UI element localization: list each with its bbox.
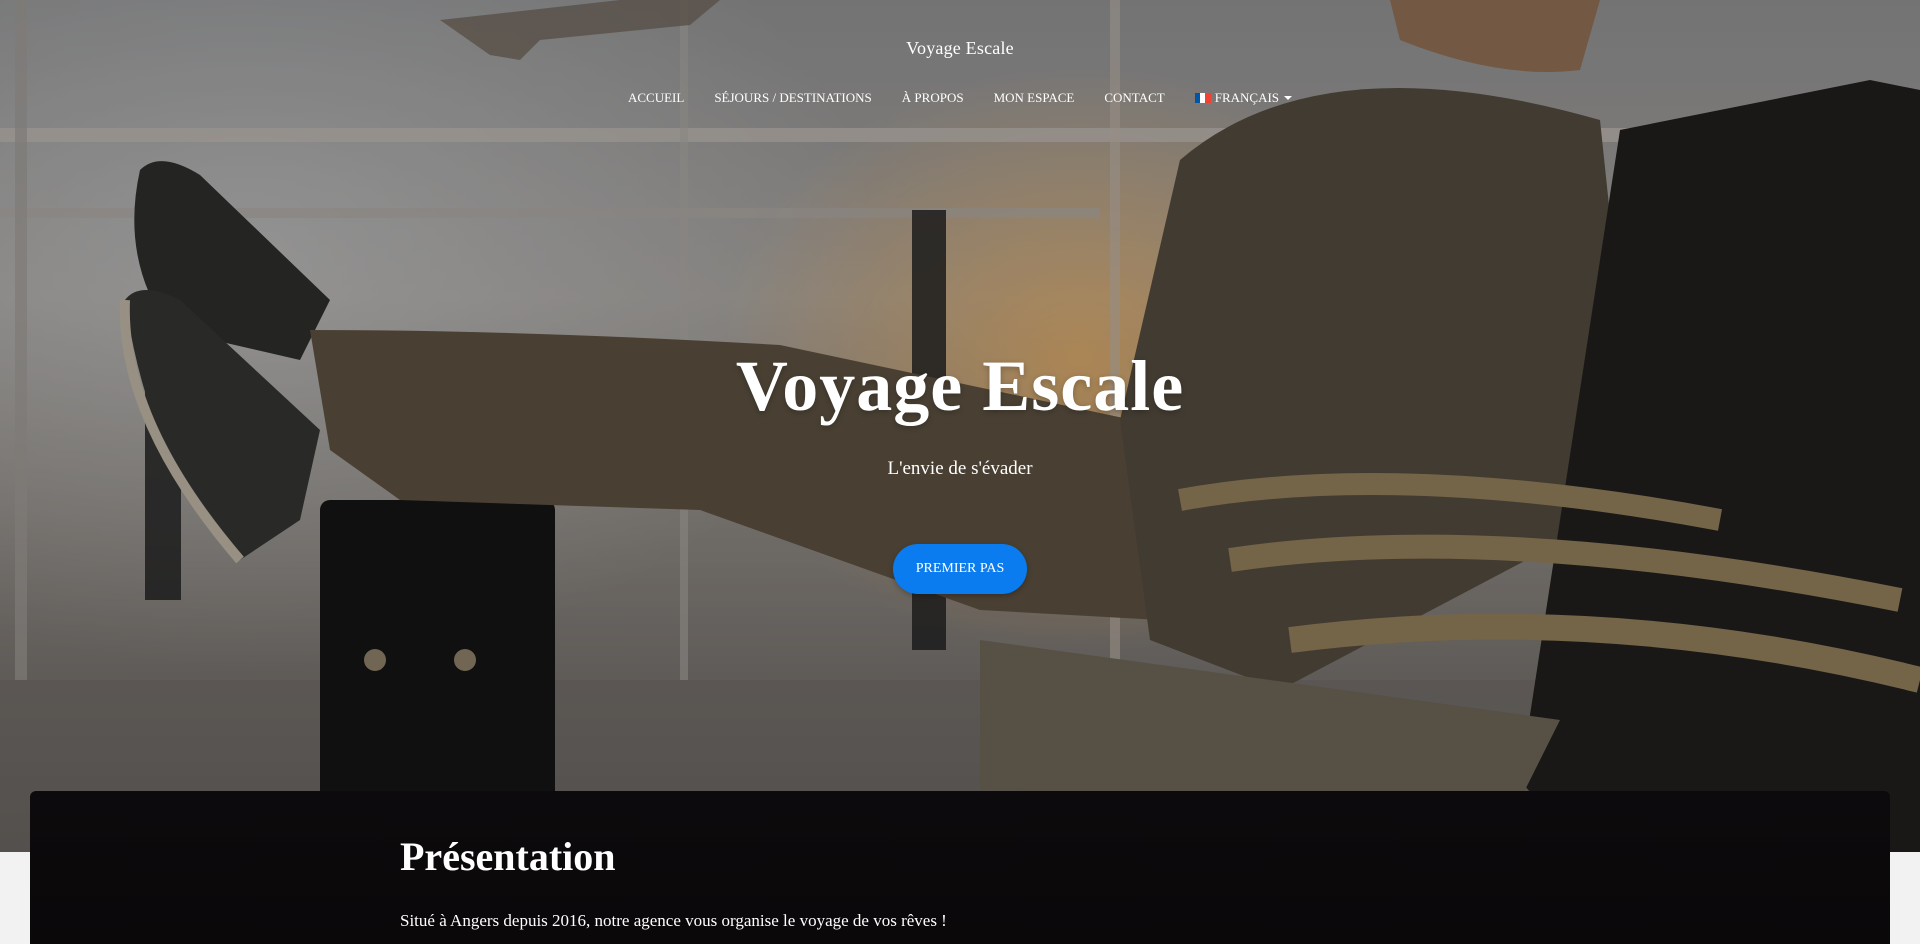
hero-section: Voyage Escale Accueil Séjours / Destinat… xyxy=(0,0,1920,852)
presentation-section: Présentation Situé à Angers depuis 2016,… xyxy=(30,791,1890,944)
site-brand[interactable]: Voyage Escale xyxy=(0,38,1920,59)
nav-item-sejours-destinations[interactable]: Séjours / Destinations xyxy=(699,90,886,106)
language-dropdown[interactable]: Français xyxy=(1180,90,1307,106)
premier-pas-button[interactable]: Premier pas xyxy=(893,544,1027,594)
nav-item-a-propos[interactable]: À propos xyxy=(887,90,979,106)
nav-item-accueil[interactable]: Accueil xyxy=(613,90,699,106)
caret-down-icon xyxy=(1284,96,1293,100)
nav-item-contact[interactable]: Contact xyxy=(1089,90,1179,106)
language-label: Français xyxy=(1214,90,1280,105)
hero-title: Voyage Escale xyxy=(735,346,1185,426)
french-flag-icon xyxy=(1194,93,1211,103)
main-nav: Accueil Séjours / Destinations À propos … xyxy=(0,90,1920,106)
presentation-heading: Présentation xyxy=(400,834,616,879)
nav-item-mon-espace[interactable]: Mon espace xyxy=(979,90,1090,106)
presentation-text: Situé à Angers depuis 2016, notre agence… xyxy=(400,911,947,930)
hero-subtitle: L'envie de s'évader xyxy=(887,458,1033,479)
